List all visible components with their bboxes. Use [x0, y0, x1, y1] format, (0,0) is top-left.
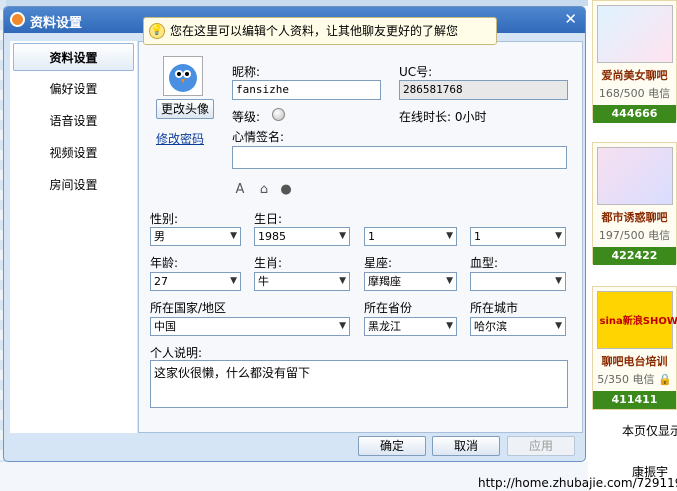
city-select[interactable]: 哈尔滨 ▼ — [470, 317, 566, 336]
sidebar-item-preferences[interactable]: 偏好设置 — [10, 73, 137, 105]
bird-avatar-icon — [169, 64, 197, 92]
city-value: 哈尔滨 — [474, 320, 507, 333]
uc-number-field: 286581768 — [399, 80, 568, 100]
tip-text: 您在这里可以编辑个人资料，让其他聊友更好的了解您 — [170, 24, 459, 38]
apply-button[interactable]: 应用 — [507, 436, 575, 456]
room-stat: 197/500 电信 — [598, 229, 671, 242]
room-thumbnail — [596, 5, 673, 63]
nickname-input[interactable]: fansizhe — [232, 80, 381, 100]
province-select[interactable]: 黑龙江 ▼ — [364, 317, 457, 336]
change-avatar-button[interactable]: 更改头像 — [156, 99, 214, 119]
uc-label: UC号: — [399, 65, 433, 79]
chevron-down-icon: ▼ — [339, 276, 346, 286]
room-name: 爱尚美女聊吧 — [601, 69, 668, 82]
chevron-down-icon: ▼ — [446, 231, 453, 241]
lightbulb-icon: 💡 — [149, 23, 165, 39]
country-label: 所在国家/地区 — [150, 301, 227, 315]
settings-sidebar: 资料设置 偏好设置 语音设置 视频设置 房间设置 — [10, 41, 137, 433]
constellation-value: 摩羯座 — [368, 275, 401, 288]
gender-select[interactable]: 男 ▼ — [150, 227, 241, 246]
birth-day-value: 1 — [474, 230, 481, 243]
age-label: 年龄: — [150, 256, 179, 270]
chevron-down-icon: ▼ — [339, 321, 346, 331]
chevron-down-icon: ▼ — [555, 321, 562, 331]
room-name: 聊吧电台培训 — [601, 355, 668, 368]
mood-signature-input[interactable] — [232, 146, 567, 169]
font-icon[interactable]: A — [232, 182, 248, 198]
info-tip: 💡 您在这里可以编辑个人资料，让其他聊友更好的了解您 — [143, 17, 497, 45]
chevron-down-icon: ▼ — [555, 276, 562, 286]
birth-day-select[interactable]: 1 ▼ — [470, 227, 566, 246]
chat-bubble-icon[interactable]: ● — [278, 182, 294, 198]
intro-textarea[interactable]: 这家伙很懒，什么都没有留下 — [150, 360, 568, 408]
birth-year-select[interactable]: 1985 ▼ — [254, 227, 350, 246]
mood-label: 心情签名: — [232, 130, 285, 144]
sidebar-item-voice[interactable]: 语音设置 — [10, 105, 137, 137]
province-value: 黑龙江 — [368, 320, 401, 333]
sina-show-logo: sina新浪SHOW — [596, 291, 677, 349]
zodiac-select[interactable]: 牛 ▼ — [254, 272, 350, 291]
gender-value: 男 — [154, 230, 165, 243]
birth-month-value: 1 — [368, 230, 375, 243]
province-label: 所在省份 — [364, 301, 413, 315]
chevron-down-icon: ▼ — [230, 231, 237, 241]
room-number: 411411 — [593, 391, 676, 409]
room-card-2[interactable]: 都市诱惑聊吧 197/500 电信 422422 — [592, 142, 677, 265]
page-note: 本页仅显示 — [622, 424, 677, 438]
blood-type-select[interactable]: ▼ — [470, 272, 566, 291]
zodiac-value: 牛 — [258, 275, 269, 288]
constellation-label: 星座: — [364, 256, 393, 270]
zodiac-label: 生肖: — [254, 256, 283, 270]
close-icon[interactable]: ✕ — [564, 10, 577, 28]
bottom-url[interactable]: http://home.zhubajie.com/729119/ — [478, 476, 677, 490]
country-value: 中国 — [154, 320, 176, 333]
age-select[interactable]: 27 ▼ — [150, 272, 241, 291]
chevron-down-icon: ▼ — [555, 231, 562, 241]
level-label: 等级: — [232, 110, 261, 124]
age-value: 27 — [154, 275, 168, 288]
dialog-title: 资料设置 — [30, 16, 83, 31]
room-number: 422422 — [593, 247, 676, 265]
nickname-label: 昵称: — [232, 65, 261, 79]
chevron-down-icon: ▼ — [446, 276, 453, 286]
blood-type-label: 血型: — [470, 256, 499, 270]
city-label: 所在城市 — [470, 301, 519, 315]
online-time: 在线时长: 0小时 — [399, 110, 487, 124]
room-number: 444666 — [593, 105, 676, 123]
chevron-down-icon: ▼ — [446, 321, 453, 331]
level-moon-icon — [272, 108, 285, 121]
country-select[interactable]: 中国 ▼ — [150, 317, 350, 336]
ok-button[interactable]: 确定 — [358, 436, 426, 456]
chevron-down-icon: ▼ — [230, 276, 237, 286]
room-card-1[interactable]: 爱尚美女聊吧 168/500 电信 444666 — [592, 0, 677, 123]
birthday-label: 生日: — [254, 212, 283, 226]
room-thumbnail — [596, 147, 673, 205]
room-stat: 168/500 电信 — [598, 87, 671, 100]
cancel-button[interactable]: 取消 — [432, 436, 500, 456]
avatar[interactable] — [163, 56, 203, 96]
intro-label: 个人说明: — [150, 346, 203, 360]
sina-logo-text: sina新浪SHOW — [599, 316, 677, 327]
room-card-3[interactable]: sina新浪SHOW 聊吧电台培训 5/350 电信 🔒 411411 — [592, 286, 677, 410]
chevron-down-icon: ▼ — [339, 231, 346, 241]
room-name: 都市诱惑聊吧 — [601, 211, 668, 224]
birth-month-select[interactable]: 1 ▼ — [364, 227, 457, 246]
home-icon[interactable]: ⌂ — [256, 182, 272, 198]
sidebar-item-video[interactable]: 视频设置 — [10, 137, 137, 169]
change-password-link[interactable]: 修改密码 — [156, 130, 204, 147]
sidebar-item-room[interactable]: 房间设置 — [10, 169, 137, 201]
sidebar-item-profile[interactable]: 资料设置 — [13, 43, 134, 71]
gender-label: 性别: — [150, 212, 179, 226]
app-logo-icon — [10, 12, 25, 27]
room-stat: 5/350 电信 🔒 — [597, 373, 672, 386]
birth-year-value: 1985 — [258, 230, 286, 243]
constellation-select[interactable]: 摩羯座 ▼ — [364, 272, 457, 291]
